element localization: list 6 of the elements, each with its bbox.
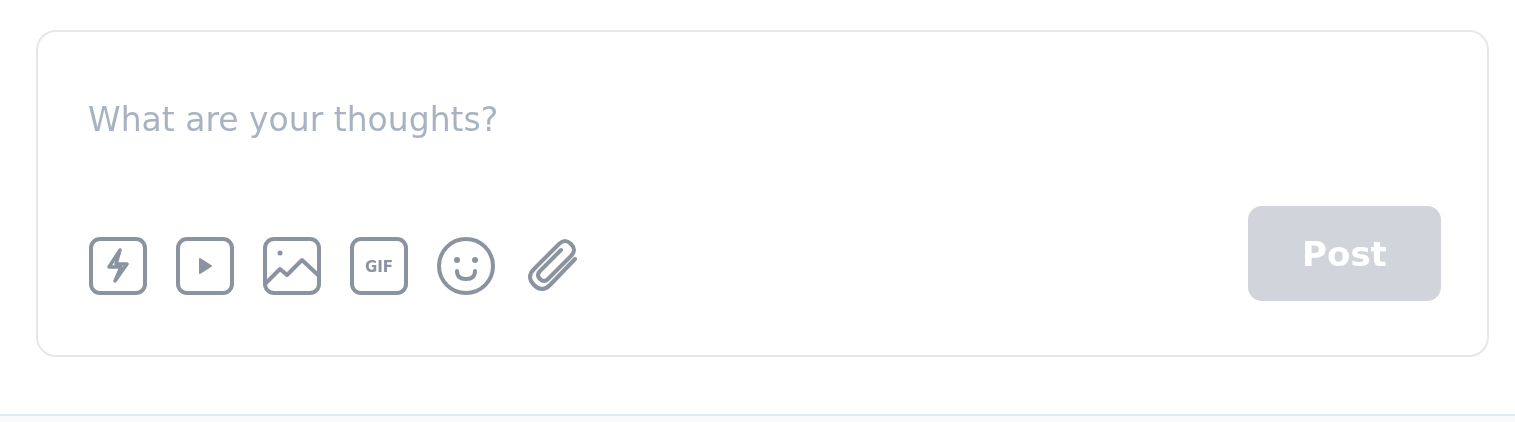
gif-icon[interactable]: GIF bbox=[349, 235, 409, 296]
input-field[interactable]: What are your thoughts? bbox=[88, 100, 988, 180]
play-icon[interactable] bbox=[175, 235, 235, 296]
image-icon[interactable] bbox=[262, 235, 322, 296]
lightning-icon[interactable] bbox=[88, 235, 148, 296]
smiley-icon[interactable] bbox=[436, 235, 496, 296]
